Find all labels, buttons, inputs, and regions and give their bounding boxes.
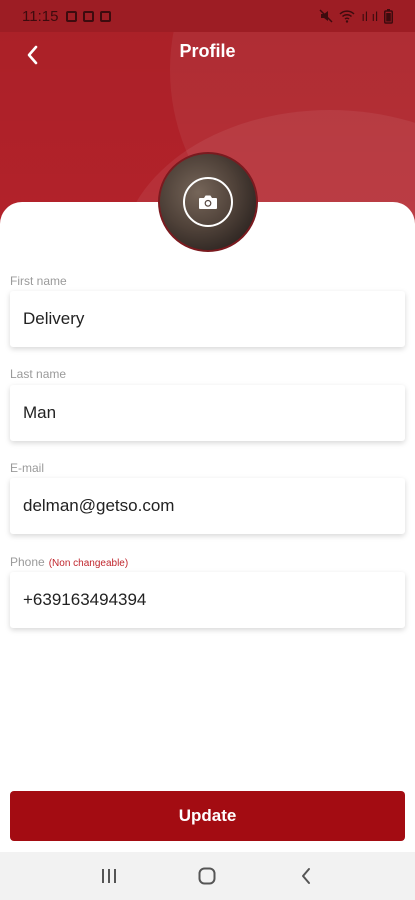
system-back-button[interactable]	[286, 856, 326, 896]
recents-icon	[102, 869, 117, 883]
mute-icon	[319, 9, 333, 23]
status-bar: 11:15 ıl ıl	[0, 0, 415, 32]
email-label: E-mail	[10, 461, 45, 475]
gallery-notification-icon	[66, 10, 78, 22]
status-time: 11:15	[22, 7, 59, 25]
phone-label: Phone	[10, 555, 45, 569]
last-name-label: Last name	[10, 367, 67, 381]
back-icon	[301, 868, 310, 884]
first-name-input[interactable]	[23, 309, 405, 329]
signal-icon: ıl ıl	[361, 8, 378, 24]
email-field[interactable]	[10, 478, 405, 534]
page-title: Profile	[179, 41, 236, 61]
email-input[interactable]	[23, 496, 405, 516]
battery-icon	[384, 8, 393, 24]
camera-icon	[199, 195, 217, 209]
system-navigation-bar	[0, 852, 415, 900]
home-button[interactable]	[187, 856, 227, 896]
phone-label-row: Phone (Non changeable)	[10, 555, 128, 569]
recents-button[interactable]	[89, 856, 129, 896]
update-button[interactable]: Update	[10, 791, 405, 841]
last-name-field[interactable]	[10, 385, 405, 441]
phone-non-changeable-note: (Non changeable)	[48, 558, 129, 569]
home-icon	[198, 867, 216, 885]
app-notification-icon	[100, 10, 112, 22]
phone-value: +639163494394	[23, 590, 147, 609]
first-name-label: First name	[10, 274, 67, 288]
first-name-field[interactable]	[10, 291, 405, 347]
last-name-input[interactable]	[23, 403, 405, 423]
change-photo-button[interactable]	[183, 177, 233, 227]
wifi-icon	[339, 10, 355, 23]
mail-notification-icon	[83, 10, 95, 22]
phone-field: +639163494394	[10, 572, 405, 628]
